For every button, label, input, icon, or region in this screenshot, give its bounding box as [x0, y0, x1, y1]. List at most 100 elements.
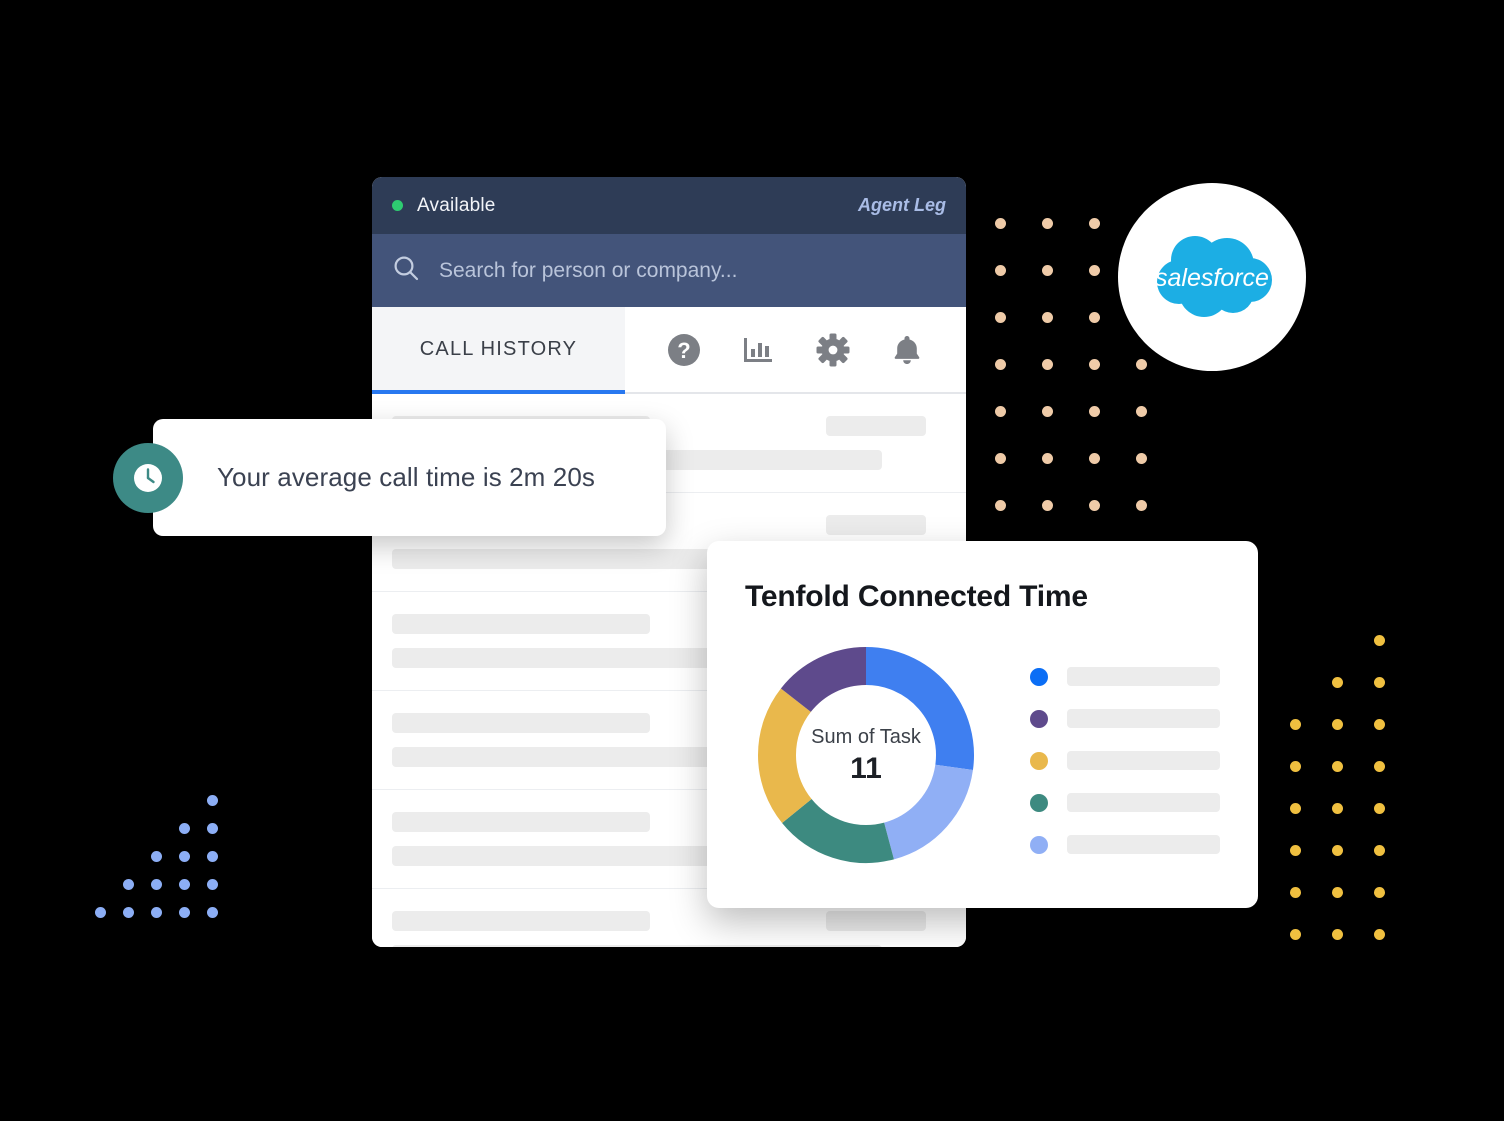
- peach-dot: [1136, 453, 1147, 464]
- blue-dot: [207, 879, 218, 890]
- peach-dot: [995, 453, 1006, 464]
- legend-item[interactable]: [1030, 663, 1220, 690]
- peach-dot: [995, 218, 1006, 229]
- yellow-dot: [1374, 929, 1385, 940]
- donut-center-label: Sum of Task: [811, 726, 921, 748]
- peach-dot: [995, 359, 1006, 370]
- blue-dot: [151, 907, 162, 918]
- screenshot-stage: salesforce Available Agent Leg CALL HIST…: [0, 0, 1504, 1121]
- legend-label-placeholder: [1067, 835, 1220, 854]
- donut-segment[interactable]: [782, 798, 894, 863]
- search-bar[interactable]: [372, 234, 966, 307]
- connected-time-donut-chart: Sum of Task 11: [755, 644, 977, 866]
- blue-dot: [207, 851, 218, 862]
- peach-dot: [1136, 500, 1147, 511]
- help-icon[interactable]: ?: [667, 333, 701, 367]
- skeleton-primary-line: [392, 812, 650, 832]
- yellow-dot: [1290, 761, 1301, 772]
- yellow-dot: [1332, 887, 1343, 898]
- yellow-dot: [1374, 887, 1385, 898]
- peach-dot: [995, 312, 1006, 323]
- skeleton-timestamp-line: [826, 416, 926, 436]
- yellow-dot: [1290, 929, 1301, 940]
- peach-dot: [995, 265, 1006, 276]
- yellow-dot: [1290, 719, 1301, 730]
- legend-color-dot: [1030, 709, 1048, 728]
- blue-dot: [179, 907, 190, 918]
- legend-color-dot: [1030, 667, 1048, 686]
- blue-dot: [95, 907, 106, 918]
- yellow-dot: [1374, 635, 1385, 646]
- peach-dot: [1042, 453, 1053, 464]
- tab-icon-group: ?: [625, 307, 966, 392]
- connected-time-title: Tenfold Connected Time: [745, 580, 1088, 613]
- yellow-dot: [1332, 845, 1343, 856]
- blue-dot: [179, 823, 190, 834]
- skeleton-primary-line: [392, 911, 650, 931]
- yellow-dot: [1332, 719, 1343, 730]
- blue-dot: [207, 823, 218, 834]
- peach-dot: [1089, 265, 1100, 276]
- blue-dot: [151, 879, 162, 890]
- legend-item[interactable]: [1030, 831, 1220, 858]
- search-input[interactable]: [437, 257, 946, 284]
- tab-bar: CALL HISTORY ?: [372, 307, 966, 394]
- peach-dot: [1089, 453, 1100, 464]
- peach-dot: [1136, 406, 1147, 417]
- yellow-dot: [1290, 887, 1301, 898]
- legend-item[interactable]: [1030, 747, 1220, 774]
- status-bar: Available Agent Leg: [372, 177, 966, 234]
- availability-status-label[interactable]: Available: [417, 195, 496, 217]
- average-call-time-text: Your average call time is 2m 20s: [217, 462, 595, 492]
- yellow-dot: [1374, 845, 1385, 856]
- salesforce-logo-badge: salesforce: [1118, 183, 1306, 371]
- salesforce-wordmark: salesforce: [1155, 264, 1269, 292]
- agent-leg-label[interactable]: Agent Leg: [858, 195, 946, 216]
- availability-status-dot: [392, 200, 403, 211]
- yellow-dot-grid-decoration: [1290, 635, 1400, 955]
- peach-dot: [1042, 406, 1053, 417]
- peach-dot: [1089, 500, 1100, 511]
- legend-label-placeholder: [1067, 751, 1220, 770]
- salesforce-cloud-logo: salesforce: [1155, 236, 1272, 317]
- svg-text:?: ?: [677, 338, 690, 363]
- legend-color-dot: [1030, 835, 1048, 854]
- skeleton-timestamp-line: [826, 911, 926, 931]
- yellow-dot: [1332, 929, 1343, 940]
- connected-time-card: Tenfold Connected Time Sum of Task 11: [707, 541, 1258, 908]
- peach-dot: [1042, 265, 1053, 276]
- settings-gear-icon[interactable]: [816, 333, 850, 367]
- peach-dot: [995, 500, 1006, 511]
- legend-label-placeholder: [1067, 709, 1220, 728]
- legend-item[interactable]: [1030, 705, 1220, 732]
- legend-label-placeholder: [1067, 667, 1220, 686]
- peach-dot: [1089, 312, 1100, 323]
- legend-color-dot: [1030, 793, 1048, 812]
- yellow-dot: [1290, 845, 1301, 856]
- yellow-dot: [1332, 803, 1343, 814]
- yellow-dot: [1290, 803, 1301, 814]
- search-icon: [392, 254, 420, 287]
- yellow-dot: [1332, 677, 1343, 688]
- tab-call-history[interactable]: CALL HISTORY: [372, 307, 625, 394]
- tab-call-history-label: CALL HISTORY: [419, 338, 578, 360]
- peach-dot: [1042, 359, 1053, 370]
- call-history-row-content: [392, 911, 946, 947]
- blue-dot-staircase-decoration: [95, 795, 230, 925]
- notifications-bell-icon[interactable]: [890, 333, 924, 367]
- donut-segment[interactable]: [780, 647, 867, 713]
- blue-dot: [207, 907, 218, 918]
- chart-legend: [1030, 663, 1220, 873]
- skeleton-primary-line: [392, 713, 650, 733]
- peach-dot: [1042, 218, 1053, 229]
- analytics-icon[interactable]: [741, 333, 775, 367]
- donut-center-value: 11: [850, 752, 882, 785]
- skeleton-secondary-line: [392, 945, 882, 947]
- clock-icon: [113, 443, 183, 513]
- yellow-dot: [1374, 677, 1385, 688]
- blue-dot: [123, 879, 134, 890]
- yellow-dot: [1374, 761, 1385, 772]
- average-call-time-callout: Your average call time is 2m 20s: [113, 419, 666, 536]
- yellow-dot: [1332, 761, 1343, 772]
- legend-item[interactable]: [1030, 789, 1220, 816]
